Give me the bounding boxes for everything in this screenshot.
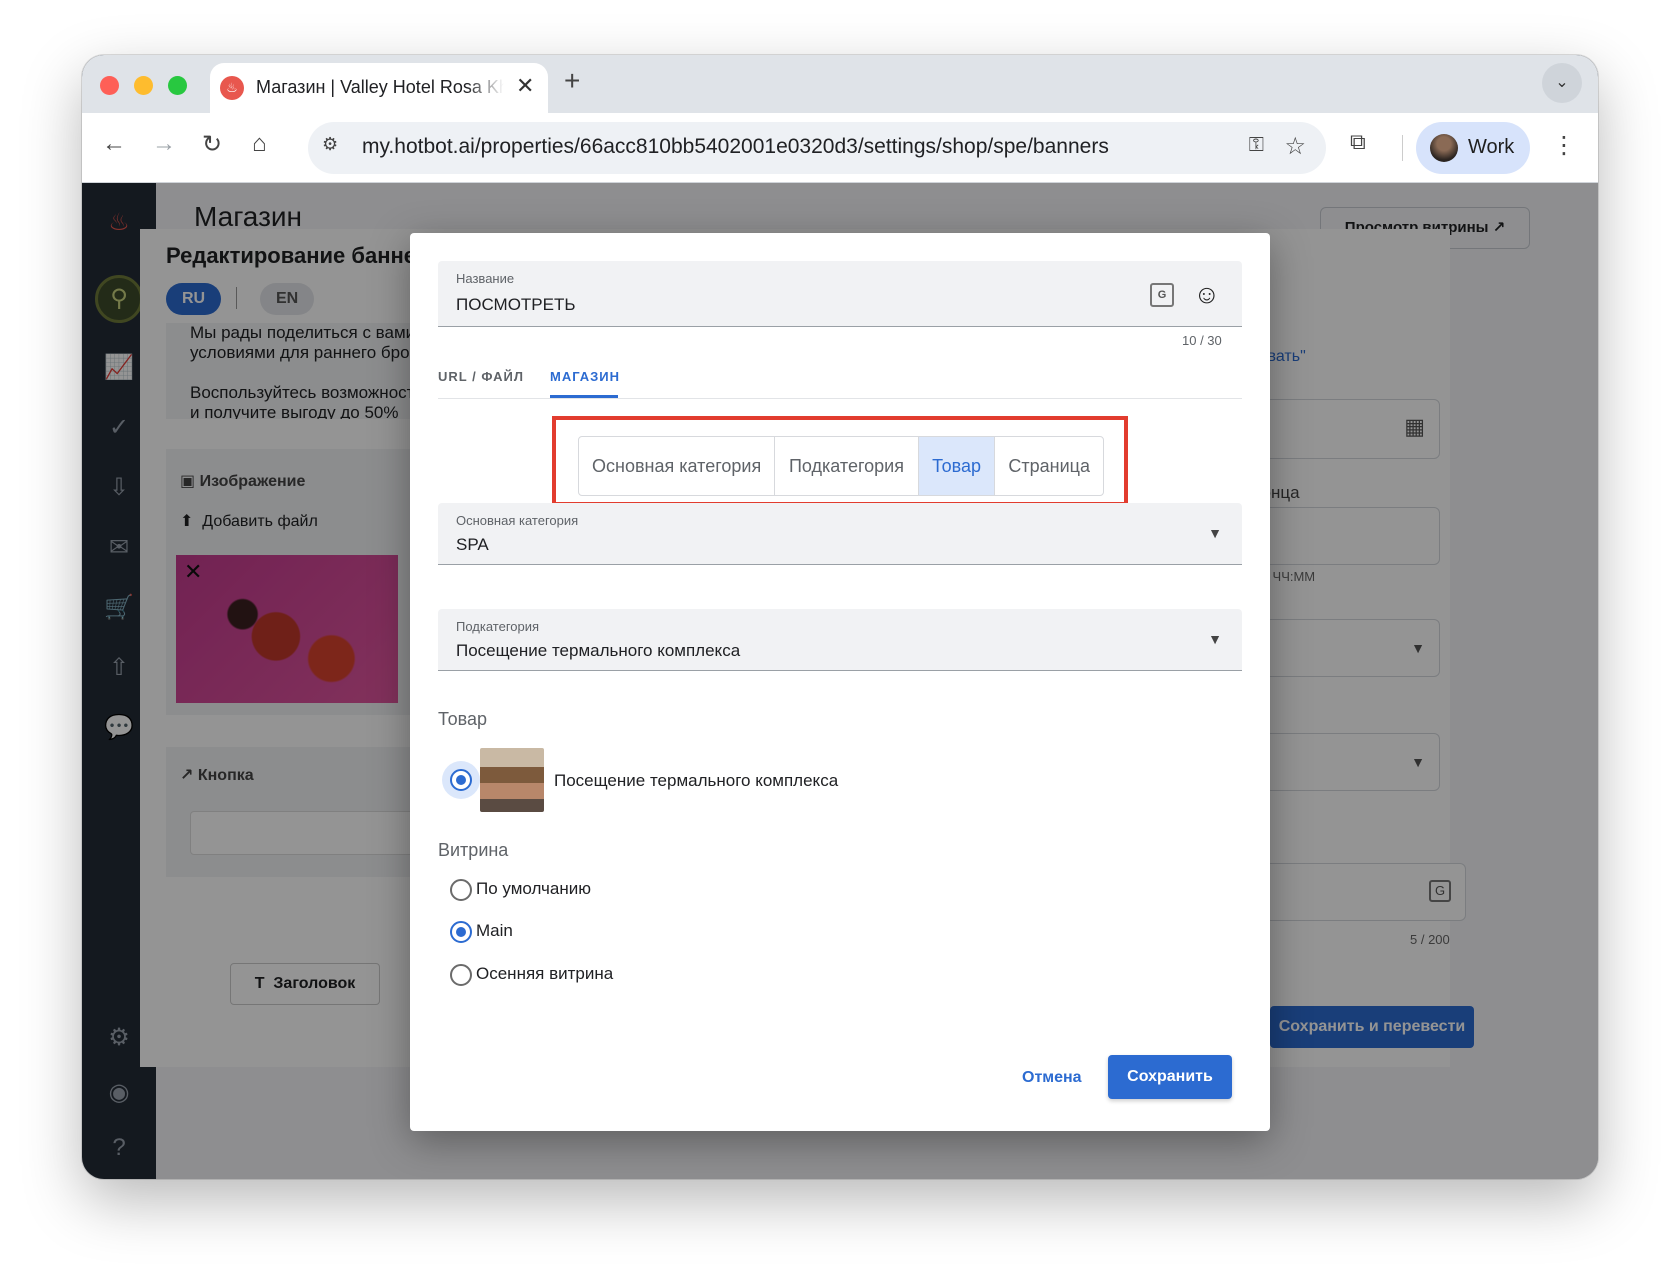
link-type-toggle: Основная категория Подкатегория Товар Ст…	[578, 436, 1104, 496]
dropdown-arrow-icon: ▼	[1208, 631, 1222, 647]
segment-main-category[interactable]: Основная категория	[579, 437, 776, 495]
showcase-radio-default[interactable]	[450, 879, 472, 901]
home-icon[interactable]: ⌂	[252, 130, 267, 158]
new-tab-button[interactable]: +	[564, 65, 580, 97]
key-icon[interactable]: ⚿	[1249, 134, 1264, 157]
tab-strip: ♨ Магазин | Valley Hotel Rosa Khutor ✕ +…	[82, 55, 1598, 113]
back-icon[interactable]: ←	[102, 130, 126, 158]
forward-icon[interactable]: →	[152, 130, 176, 158]
tab-search-chevron-icon[interactable]: ⌄	[1542, 63, 1582, 103]
showcase-option-label[interactable]: По умолчанию	[476, 879, 591, 899]
address-bar[interactable]: ⚙ my.hotbot.ai/properties/66acc810bb5402…	[308, 122, 1326, 174]
product-thumbnail	[480, 748, 544, 812]
product-radio[interactable]	[450, 769, 472, 791]
product-name: Посещение термального комплекса	[554, 771, 839, 790]
name-value: ПОСМОТРЕТЬ	[456, 295, 576, 314]
name-input[interactable]: Название ПОСМОТРЕТЬ G ☺	[438, 261, 1242, 327]
shop-link-dialog: Название ПОСМОТРЕТЬ G ☺ 10 / 30 URL / ФА…	[410, 233, 1270, 1131]
save-button[interactable]: Сохранить	[1108, 1055, 1232, 1099]
tab-close-icon[interactable]: ✕	[516, 73, 534, 99]
maximize-window-button[interactable]	[168, 76, 187, 95]
url-text[interactable]: my.hotbot.ai/properties/66acc810bb540200…	[362, 135, 1109, 159]
showcase-option-label[interactable]: Main	[476, 921, 513, 941]
showcase-section-label: Витрина	[438, 840, 509, 860]
emoji-icon[interactable]: ☺	[1193, 279, 1220, 310]
site-settings-icon[interactable]: ⚙	[322, 134, 338, 155]
name-char-counter: 10 / 30	[1182, 333, 1222, 348]
page-content: ♨ ⚲ 📈 ✓ ⇩ ✉ 🛒 ⇧ 💬 ⚙ ◉ ? Магазин Просмотр…	[82, 183, 1598, 1179]
showcase-radio-autumn[interactable]	[450, 964, 472, 986]
showcase-radio-main[interactable]	[450, 921, 472, 943]
bookmark-star-icon[interactable]: ☆	[1284, 132, 1306, 161]
segment-product[interactable]: Товар	[918, 437, 996, 495]
segment-page[interactable]: Страница	[995, 437, 1103, 495]
subcategory-label: Подкатегория	[456, 619, 540, 634]
avatar	[1430, 134, 1458, 162]
profile-name: Work	[1468, 136, 1515, 158]
subcategory-select[interactable]: Подкатегория Посещение термального компл…	[438, 609, 1242, 671]
tab-title: Магазин | Valley Hotel Rosa Khutor	[256, 77, 504, 97]
main-category-select[interactable]: Основная категория SPA ▼	[438, 503, 1242, 565]
browser-menu-icon[interactable]: ⋮	[1552, 131, 1576, 160]
name-label: Название	[456, 271, 515, 286]
tab-url-file[interactable]: URL / ФАЙЛ	[438, 369, 524, 384]
toolbar-divider	[1402, 135, 1403, 161]
showcase-option-label[interactable]: Осенняя витрина	[476, 964, 613, 984]
product-section-label: Товар	[438, 709, 487, 729]
tabs-divider	[438, 398, 1242, 399]
browser-tab[interactable]: ♨ Магазин | Valley Hotel Rosa Khutor ✕	[210, 63, 548, 113]
close-window-button[interactable]	[100, 76, 119, 95]
reload-icon[interactable]: ↻	[202, 130, 222, 159]
tab-shop[interactable]: МАГАЗИН	[550, 369, 620, 384]
segment-subcategory[interactable]: Подкатегория	[775, 437, 919, 495]
extensions-puzzle-icon[interactable]: ⧉	[1350, 129, 1366, 155]
subcategory-value: Посещение термального комплекса	[456, 641, 741, 660]
minimize-window-button[interactable]	[134, 76, 153, 95]
cancel-button[interactable]: Отмена	[1022, 1069, 1082, 1087]
main-category-value: SPA	[456, 535, 489, 554]
dropdown-arrow-icon: ▼	[1208, 525, 1222, 541]
profile-button[interactable]: Work	[1416, 122, 1530, 174]
browser-toolbar: ← → ↻ ⌂ ⚙ my.hotbot.ai/properties/66acc8…	[82, 113, 1598, 183]
browser-window: ♨ Магазин | Valley Hotel Rosa Khutor ✕ +…	[82, 55, 1598, 1179]
main-category-label: Основная категория	[456, 513, 579, 528]
flame-icon: ♨	[220, 76, 244, 100]
translate-icon[interactable]: G	[1150, 283, 1174, 307]
